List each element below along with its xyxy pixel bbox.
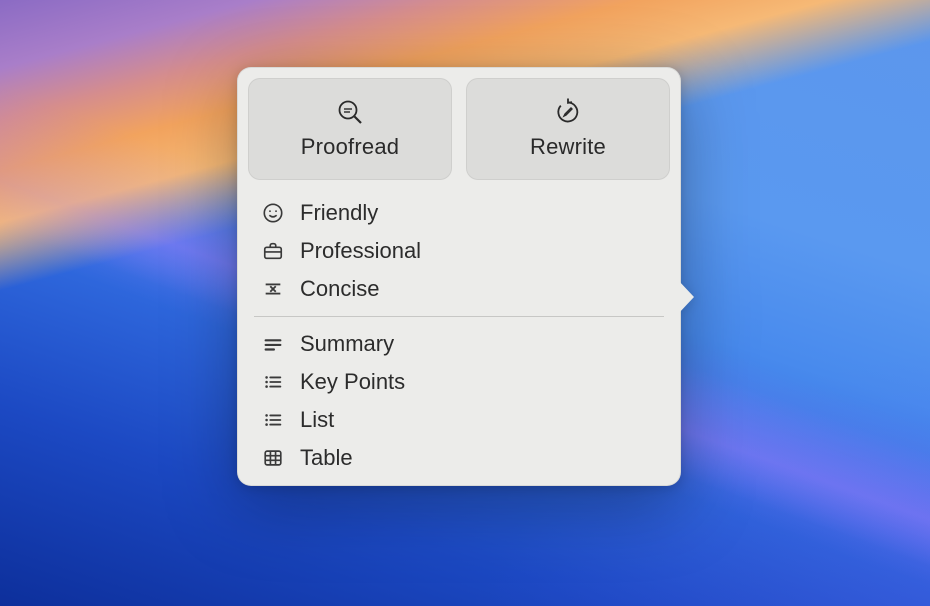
bullet-list-icon (262, 371, 284, 393)
menu-item-keypoints[interactable]: Key Points (248, 363, 670, 401)
bullet-list-icon (262, 409, 284, 431)
menu-separator (254, 316, 664, 317)
menu-item-concise[interactable]: Concise (248, 270, 670, 308)
menu-item-label: Summary (300, 331, 394, 357)
proofread-button[interactable]: Proofread (248, 78, 452, 180)
format-section: Summary Key Points (248, 325, 670, 477)
rewrite-button[interactable]: Rewrite (466, 78, 670, 180)
tone-section: Friendly Professional (248, 194, 670, 308)
menu-item-label: Professional (300, 238, 421, 264)
menu-item-label: Key Points (300, 369, 405, 395)
proofread-icon (336, 98, 364, 126)
menu-item-label: List (300, 407, 334, 433)
proofread-label: Proofread (301, 134, 399, 160)
rewrite-icon (554, 98, 582, 126)
rewrite-label: Rewrite (530, 134, 606, 160)
table-icon (262, 447, 284, 469)
menu-item-summary[interactable]: Summary (248, 325, 670, 363)
writing-tools-popover: Proofread Rewrite (237, 67, 681, 486)
menu-item-label: Friendly (300, 200, 378, 226)
menu-item-list[interactable]: List (248, 401, 670, 439)
concise-icon (262, 278, 284, 300)
menu-item-label: Concise (300, 276, 379, 302)
briefcase-icon (262, 240, 284, 262)
menu-item-professional[interactable]: Professional (248, 232, 670, 270)
popover-arrow (678, 280, 694, 314)
top-buttons-row: Proofread Rewrite (248, 78, 670, 180)
menu-item-label: Table (300, 445, 353, 471)
menu-item-friendly[interactable]: Friendly (248, 194, 670, 232)
summary-icon (262, 333, 284, 355)
menu-item-table[interactable]: Table (248, 439, 670, 477)
smile-icon (262, 202, 284, 224)
